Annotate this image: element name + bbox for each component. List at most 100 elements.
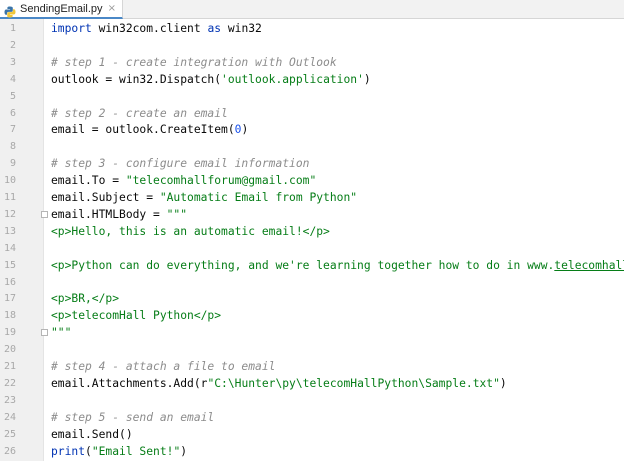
code-line[interactable]: 21 # step 4 - attach a file to email xyxy=(0,358,624,375)
code-token: ( xyxy=(85,444,92,458)
code-text: <p>Python can do everything, and we're l… xyxy=(51,257,624,274)
code-line[interactable]: 1 import win32com.client as win32 xyxy=(0,20,624,37)
tab-sendingemail[interactable]: SendingEmail.py × xyxy=(0,0,123,19)
code-token: "Automatic Email from Python" xyxy=(159,191,358,204)
code-token: <p>BR,</p> xyxy=(51,292,120,306)
line-number: 17 xyxy=(3,293,16,305)
code-line[interactable]: 18 <p>telecomHall Python</p> xyxy=(0,307,624,324)
code-line[interactable]: 5 xyxy=(0,88,624,105)
code-token: email.Subject = xyxy=(51,191,160,204)
code-line[interactable]: 24 # step 5 - send an email xyxy=(0,409,624,426)
code-line[interactable]: 9 # step 3 - configure email information xyxy=(0,155,624,172)
code-token: email = outlook.CreateItem( xyxy=(51,123,235,137)
code-token: ) xyxy=(499,376,507,390)
code-text: """ xyxy=(51,324,71,341)
code-token: ) xyxy=(180,444,188,458)
code-text: # step 2 - create an email xyxy=(51,105,228,122)
code-token: "Email Sent!" xyxy=(91,444,181,458)
code-text: email = outlook.CreateItem(0) xyxy=(51,121,248,138)
code-line[interactable]: 19 """ xyxy=(0,324,624,341)
code-line[interactable]: 4 outlook = win32.Dispatch('outlook.appli… xyxy=(0,71,624,88)
code-token: outlook = win32.Dispatch( xyxy=(51,72,222,86)
line-number: 6 xyxy=(9,107,16,119)
code-line[interactable]: 8 xyxy=(0,138,624,155)
code-line[interactable]: 10 email.To = "telecomhallforum@gmail.com… xyxy=(0,172,624,189)
code-line[interactable]: 26 print("Email Sent!") xyxy=(0,443,624,460)
code-token: ) xyxy=(241,123,249,137)
fold-marker-icon[interactable] xyxy=(41,329,48,337)
code-text: outlook = win32.Dispatch('outlook.applic… xyxy=(51,71,371,88)
code-token: win32com.client xyxy=(91,22,208,35)
code-text: email.HTMLBody = """ xyxy=(51,206,187,223)
line-number: 7 xyxy=(9,124,16,136)
code-token: # step 3 - configure email information xyxy=(51,157,310,171)
line-number: 24 xyxy=(3,411,16,423)
line-number: 9 xyxy=(9,158,16,170)
code-text: print("Email Sent!") xyxy=(51,443,187,460)
line-number: 3 xyxy=(9,56,16,68)
code-token: """ xyxy=(51,326,72,340)
line-number: 10 xyxy=(3,175,16,187)
code-token: """ xyxy=(166,207,188,221)
line-number: 26 xyxy=(3,445,16,457)
code-line[interactable]: 12 email.HTMLBody = """ xyxy=(0,206,624,223)
code-token: print xyxy=(51,444,86,458)
line-number: 12 xyxy=(3,208,16,220)
line-number: 11 xyxy=(3,192,16,203)
code-line[interactable]: 25 email.Send() xyxy=(0,426,624,443)
code-editor[interactable]: 1 import win32com.client as win32 2 3 # step… xyxy=(0,19,624,461)
code-text: # step 4 - attach a file to email xyxy=(51,358,275,375)
line-number: 8 xyxy=(9,141,16,153)
editor-tab-bar: SendingEmail.py × xyxy=(0,0,624,19)
code-token: # step 1 - create integration with Outlo… xyxy=(51,55,337,69)
line-number: 16 xyxy=(3,276,16,288)
code-token: telecomhall xyxy=(554,258,624,272)
code-line[interactable]: 3 # step 1 - create integration with Outl… xyxy=(0,54,624,71)
line-number: 25 xyxy=(3,428,16,440)
code-token: <p>Python can do everything, and we're l… xyxy=(51,258,555,272)
line-number: 14 xyxy=(3,242,16,254)
code-line[interactable]: 6 # step 2 - create an email xyxy=(0,105,624,122)
line-number: 5 xyxy=(9,90,16,102)
code-line[interactable]: 14 xyxy=(0,240,624,257)
code-token: "telecomhallforum@gmail.com" xyxy=(125,174,317,188)
close-icon[interactable]: × xyxy=(108,3,116,14)
code-text: # step 5 - send an email xyxy=(51,409,214,426)
code-line[interactable]: 17 <p>BR,</p> xyxy=(0,290,624,307)
line-number: 2 xyxy=(9,39,16,51)
line-number: 13 xyxy=(3,225,16,237)
code-token: email.To = xyxy=(51,174,126,188)
code-text: email.To = "telecomhallforum@gmail.com" xyxy=(51,172,316,189)
code-text: # step 3 - configure email information xyxy=(51,155,309,172)
code-line[interactable]: 7 email = outlook.CreateItem(0) xyxy=(0,121,624,138)
code-line[interactable]: 20 xyxy=(0,341,624,358)
code-token: import xyxy=(51,22,92,35)
code-line[interactable]: 22 email.Attachments.Add(r"C:\Hunter\py\t… xyxy=(0,375,624,392)
line-number: 19 xyxy=(3,327,16,339)
code-token: # step 5 - send an email xyxy=(51,410,215,424)
code-token: <p>Hello, this is an automatic email!</p… xyxy=(51,224,330,238)
code-line[interactable]: 15 <p>Python can do everything, and we're… xyxy=(0,257,624,274)
code-token: email.Send() xyxy=(51,427,133,441)
code-token: as xyxy=(207,22,222,35)
line-number: 18 xyxy=(3,310,16,322)
code-text: import win32com.client as win32 xyxy=(51,20,262,37)
code-token: # step 4 - attach a file to email xyxy=(51,360,276,373)
code-line[interactable]: 23 xyxy=(0,392,624,409)
code-text: <p>BR,</p> xyxy=(51,290,119,307)
code-token: email.Attachments.Add(r xyxy=(51,376,208,390)
code-line[interactable]: 13 <p>Hello, this is an automatic email!<… xyxy=(0,223,624,240)
code-token: 'outlook.application' xyxy=(221,72,364,86)
code-line[interactable]: 2 xyxy=(0,37,624,54)
line-number: 15 xyxy=(3,259,16,271)
fold-marker-icon[interactable] xyxy=(41,210,48,218)
code-token: "C:\Hunter\py\telecomHallPython\Sample.t… xyxy=(207,376,500,390)
line-number: 20 xyxy=(3,344,16,356)
code-text: email.Subject = "Automatic Email from Py… xyxy=(51,189,357,206)
line-number: 1 xyxy=(9,23,16,34)
code-line[interactable]: 16 xyxy=(0,274,624,291)
code-line[interactable]: 11 email.Subject = "Automatic Email from … xyxy=(0,189,624,206)
python-file-icon xyxy=(4,3,16,17)
code-token: # step 2 - create an email xyxy=(51,106,228,120)
line-number: 23 xyxy=(3,394,16,406)
